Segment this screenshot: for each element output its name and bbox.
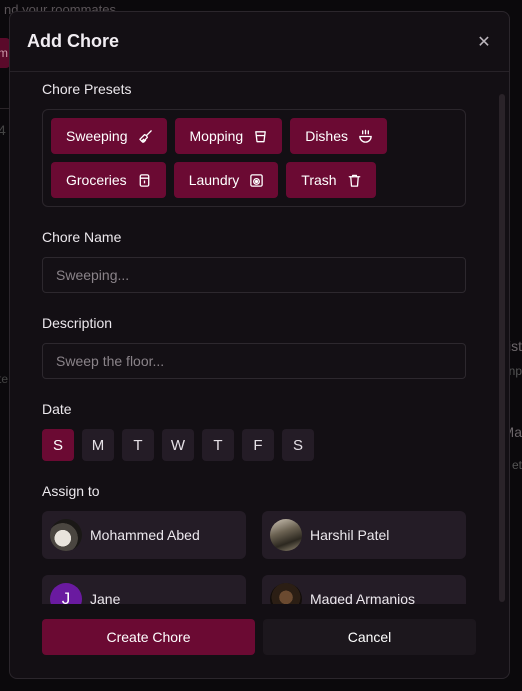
- assignee-jane[interactable]: J Jane: [42, 575, 246, 604]
- avatar: [50, 519, 82, 551]
- trash-icon: [348, 174, 360, 187]
- date-label: Date: [42, 401, 72, 417]
- bucket-icon: [255, 130, 267, 142]
- background-right-text: ist: [508, 338, 522, 354]
- washing-machine-icon: [250, 173, 264, 187]
- add-chore-modal: Add Chore ✕ Chore Presets Sweeping Moppi…: [9, 11, 510, 679]
- modal-header: Add Chore ✕: [10, 12, 509, 72]
- presets-label: Chore Presets: [42, 81, 132, 97]
- assignee-mohammed-abed[interactable]: Mohammed Abed: [42, 511, 246, 559]
- chore-name-label: Chore Name: [42, 229, 122, 245]
- assignee-maged-armanios[interactable]: Maged Armanios: [262, 575, 466, 604]
- preset-mopping-button[interactable]: Mopping: [174, 118, 283, 154]
- close-icon[interactable]: ✕: [475, 33, 493, 51]
- background-right-text: et: [511, 458, 522, 472]
- preset-laundry-button[interactable]: Laundry: [173, 162, 279, 198]
- day-wednesday-button[interactable]: W: [162, 429, 194, 461]
- preset-groceries-button[interactable]: Groceries: [51, 162, 166, 198]
- preset-trash-button[interactable]: Trash: [286, 162, 376, 198]
- description-input[interactable]: [42, 343, 466, 379]
- background-left-text: te: [0, 372, 9, 386]
- modal-title: Add Chore: [27, 31, 119, 51]
- avatar: J: [50, 583, 82, 604]
- assignee-list: Mohammed Abed Harshil Patel J Jane Maged…: [42, 511, 467, 604]
- preset-dishes-button[interactable]: Dishes: [290, 118, 387, 154]
- broom-icon: [138, 129, 152, 143]
- day-friday-button[interactable]: F: [242, 429, 274, 461]
- preset-sweeping-button[interactable]: Sweeping: [51, 118, 167, 154]
- create-chore-button[interactable]: Create Chore: [42, 619, 255, 655]
- day-selector: S M T W T F S: [42, 429, 467, 461]
- modal-body[interactable]: Chore Presets Sweeping Mopping Dishes Gr…: [10, 73, 509, 604]
- assignee-harshil-patel[interactable]: Harshil Patel: [262, 511, 466, 559]
- scrollbar[interactable]: [499, 94, 505, 602]
- modal-footer: Create Chore Cancel: [42, 619, 476, 655]
- day-thursday-button[interactable]: T: [202, 429, 234, 461]
- day-monday-button[interactable]: M: [82, 429, 114, 461]
- day-saturday-button[interactable]: S: [282, 429, 314, 461]
- day-sunday-button[interactable]: S: [42, 429, 74, 461]
- background-left-text: 4: [0, 122, 6, 138]
- jar-icon: [139, 173, 150, 187]
- chore-name-input[interactable]: [42, 257, 466, 293]
- day-tuesday-button[interactable]: T: [122, 429, 154, 461]
- avatar: [270, 583, 302, 604]
- background-right-text: np: [508, 364, 522, 378]
- cancel-button[interactable]: Cancel: [263, 619, 476, 655]
- presets-container: Sweeping Mopping Dishes Groceries Laundr…: [42, 109, 466, 207]
- avatar: [270, 519, 302, 551]
- assign-label: Assign to: [42, 483, 100, 499]
- bowl-icon: [359, 129, 372, 143]
- description-label: Description: [42, 315, 113, 331]
